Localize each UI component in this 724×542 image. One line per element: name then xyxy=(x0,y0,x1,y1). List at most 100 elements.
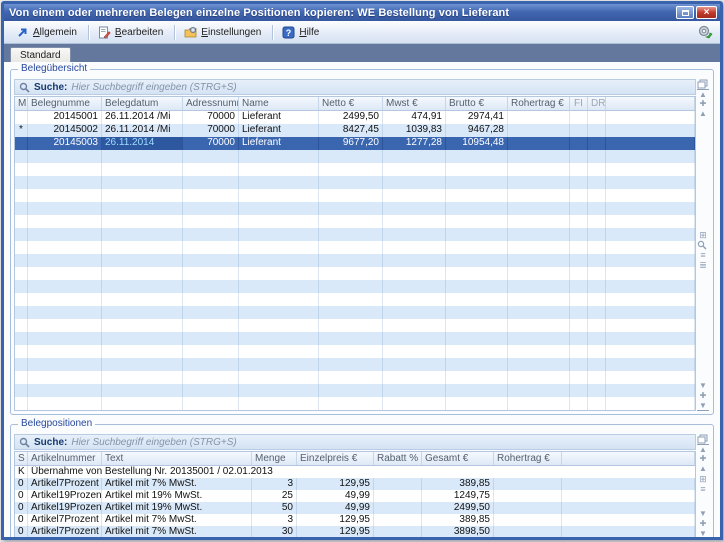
cell-netto xyxy=(319,202,383,215)
cell-belegnummer xyxy=(28,280,102,293)
column-header-adressnumm[interactable]: Adressnumm xyxy=(183,97,239,110)
titlebar[interactable]: Von einem oder mehreren Belegen einzelne… xyxy=(4,4,720,21)
column-header-netto-[interactable]: Netto € xyxy=(319,97,383,110)
allgemein-button[interactable]: Allgemein xyxy=(11,23,84,42)
column-header-text[interactable]: Text xyxy=(102,452,252,465)
table-row-empty[interactable] xyxy=(15,202,695,215)
cell-belegnummer xyxy=(28,228,102,241)
restore-button[interactable] xyxy=(676,6,694,19)
table-row[interactable]: 0Artikel7ProzentArtikel mit 7% MwSt.3129… xyxy=(15,514,695,526)
column-header-belegnumme[interactable]: Belegnumme xyxy=(28,97,102,110)
table-row-empty[interactable] xyxy=(15,345,695,358)
column-header-menge[interactable]: Menge xyxy=(252,452,297,465)
cell-dr xyxy=(588,176,606,189)
table-row[interactable]: KÜbernahme von Bestellung Nr. 20135001 /… xyxy=(15,466,695,478)
cell-netto xyxy=(319,293,383,306)
scroll-up-icon[interactable]: ▲ xyxy=(697,464,709,474)
grid-tab-icon[interactable]: ≡ xyxy=(697,484,709,494)
belegpositionen-search-input[interactable]: Suche: Hier Suchbegriff eingeben (STRG+S… xyxy=(14,434,696,450)
table-row-empty[interactable] xyxy=(15,332,695,345)
close-button[interactable]: × xyxy=(696,6,717,19)
column-header-name[interactable]: Name xyxy=(239,97,319,110)
cell-name xyxy=(239,371,319,384)
table-row-empty[interactable] xyxy=(15,371,695,384)
cell-belegnummer xyxy=(28,215,102,228)
table-row-empty[interactable] xyxy=(15,397,695,410)
column-header-rohertrag-[interactable]: Rohertrag € xyxy=(494,452,562,465)
table-row-empty[interactable] xyxy=(15,176,695,189)
scroll-down-icon[interactable]: ▼ xyxy=(697,509,709,519)
column-header-filler[interactable] xyxy=(562,452,695,465)
table-row-empty[interactable] xyxy=(15,358,695,371)
table-row-empty[interactable] xyxy=(15,267,695,280)
column-header-artikelnummer[interactable]: Artikelnummer xyxy=(28,452,102,465)
scroll-down-icon[interactable]: ▼ xyxy=(697,381,709,391)
cell-rohertrag xyxy=(508,215,570,228)
table-row[interactable]: 0Artikel19ProzentArtikel mit 19% MwSt.25… xyxy=(15,490,695,502)
bearbeiten-button[interactable]: Bearbeiten xyxy=(93,23,170,42)
cell-netto xyxy=(319,254,383,267)
column-header-filler[interactable] xyxy=(606,97,695,110)
table-row-empty[interactable] xyxy=(15,241,695,254)
einstellungen-button[interactable]: Einstellungen xyxy=(179,23,268,42)
grid-search-icon[interactable] xyxy=(697,240,709,250)
scroll-last-icon[interactable]: ▼ xyxy=(697,529,709,537)
scroll-page-down-icon[interactable]: ✚ xyxy=(697,391,709,401)
cell-s: 0 xyxy=(15,502,28,514)
table-row-empty[interactable] xyxy=(15,306,695,319)
column-header-m[interactable]: M xyxy=(15,97,28,110)
table-row-empty[interactable] xyxy=(15,228,695,241)
column-header-belegdatum[interactable]: Belegdatum xyxy=(102,97,183,110)
table-row-empty[interactable] xyxy=(15,384,695,397)
refresh-settings-icon[interactable] xyxy=(697,24,713,40)
cell-mwst: 1039,83 xyxy=(383,124,446,137)
grid-columns-icon[interactable]: ⊞ xyxy=(697,474,709,484)
column-chooser-icon[interactable] xyxy=(697,79,709,89)
cell-belegdatum xyxy=(102,254,183,267)
table-row-empty[interactable] xyxy=(15,280,695,293)
table-row-empty[interactable] xyxy=(15,215,695,228)
grid-view-icon[interactable]: ≣ xyxy=(697,260,709,270)
cell-adressnummer xyxy=(183,332,239,345)
column-header-mwst-[interactable]: Mwst € xyxy=(383,97,446,110)
cell-fi xyxy=(570,293,588,306)
scroll-last-icon[interactable]: ▼ xyxy=(697,401,709,411)
cell-m xyxy=(15,189,28,202)
table-row[interactable]: 2014500126.11.2014 /Mi70000Lieferant2499… xyxy=(15,111,695,124)
tab-standard[interactable]: Standard xyxy=(10,47,71,62)
table-row-empty[interactable] xyxy=(15,293,695,306)
table-row-empty[interactable] xyxy=(15,319,695,332)
scroll-page-up-icon[interactable]: ✚ xyxy=(697,99,709,109)
cell-m xyxy=(15,254,28,267)
grid-columns-icon[interactable]: ⊞ xyxy=(697,230,709,240)
column-header-dr[interactable]: DR xyxy=(588,97,606,110)
column-header-gesamt-[interactable]: Gesamt € xyxy=(422,452,494,465)
table-row-empty[interactable] xyxy=(15,163,695,176)
cell-gesamt: 1249,75 xyxy=(422,490,494,502)
table-row[interactable]: 0Artikel19ProzentArtikel mit 19% MwSt.50… xyxy=(15,502,695,514)
cell-fi xyxy=(570,371,588,384)
table-row[interactable]: 0Artikel7ProzentArtikel mit 7% MwSt.3012… xyxy=(15,526,695,537)
column-header-brutto-[interactable]: Brutto € xyxy=(446,97,508,110)
column-header-fi[interactable]: FI xyxy=(570,97,588,110)
cell-rohertrag xyxy=(508,202,570,215)
beleguebersicht-search-input[interactable]: Suche: Hier Suchbegriff eingeben (STRG+S… xyxy=(14,79,696,95)
column-header-rohertrag-[interactable]: Rohertrag € xyxy=(508,97,570,110)
table-row[interactable]: 0Artikel7ProzentArtikel mit 7% MwSt.3129… xyxy=(15,478,695,490)
table-row-empty[interactable] xyxy=(15,254,695,267)
table-row[interactable]: 2014500326.11.201470000Lieferant9677,201… xyxy=(15,137,695,150)
column-header-s[interactable]: S xyxy=(15,452,28,465)
column-header-rabatt-[interactable]: Rabatt % xyxy=(374,452,422,465)
column-chooser-icon[interactable] xyxy=(697,434,709,444)
scroll-first-icon[interactable]: ▲ xyxy=(697,89,709,99)
scroll-page-down-icon[interactable]: ✚ xyxy=(697,519,709,529)
scroll-first-icon[interactable]: ▲ xyxy=(697,444,709,454)
hilfe-button[interactable]: ? Hilfe xyxy=(277,23,326,42)
scroll-page-up-icon[interactable]: ✚ xyxy=(697,454,709,464)
column-header-einzelpreis-[interactable]: Einzelpreis € xyxy=(297,452,374,465)
table-row-empty[interactable] xyxy=(15,189,695,202)
table-row-empty[interactable] xyxy=(15,150,695,163)
grid-tab-icon[interactable]: ≡ xyxy=(697,250,709,260)
table-row[interactable]: *2014500226.11.2014 /Mi70000Lieferant842… xyxy=(15,124,695,137)
scroll-up-icon[interactable]: ▲ xyxy=(697,109,709,119)
